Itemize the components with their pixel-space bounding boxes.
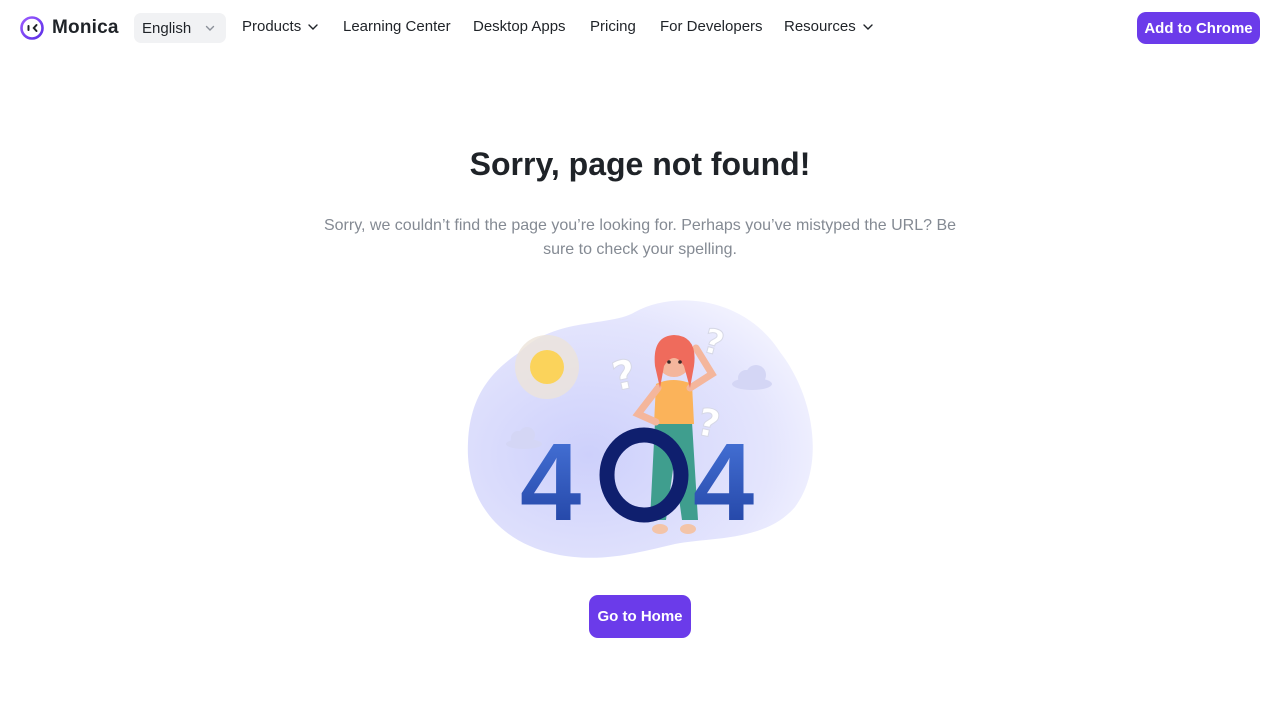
top-navbar: Monica English Products Learning Center …: [0, 0, 1280, 56]
chevron-down-icon: [205, 25, 215, 31]
nav-pricing[interactable]: Pricing: [590, 18, 636, 35]
language-selector[interactable]: English: [134, 13, 226, 43]
nav-label: Learning Center: [343, 18, 451, 35]
nav-label: Products: [242, 18, 302, 35]
nav-products[interactable]: Products: [242, 18, 319, 35]
nav-label: Resources: [784, 18, 856, 35]
monica-logo-icon: [20, 16, 44, 40]
chevron-down-icon: [863, 23, 873, 30]
language-label: English: [142, 19, 192, 37]
digit-four-left: 4: [520, 421, 581, 544]
sun-icon: [515, 335, 579, 399]
add-to-chrome-button[interactable]: Add to Chrome: [1137, 12, 1260, 44]
nav-label: For Developers: [660, 18, 763, 35]
brand-name: Monica: [52, 17, 119, 38]
monica-logo[interactable]: Monica: [20, 16, 119, 40]
nav-desktop-apps[interactable]: Desktop Apps: [473, 18, 566, 35]
digit-four-right: 4: [693, 421, 754, 544]
nav-for-developers[interactable]: For Developers: [660, 18, 763, 35]
go-to-home-button[interactable]: Go to Home: [589, 595, 691, 638]
nav-learning-center[interactable]: Learning Center: [343, 18, 451, 35]
nav-resources[interactable]: Resources: [784, 18, 874, 35]
nav-label: Pricing: [590, 18, 636, 35]
page-title: Sorry, page not found!: [469, 146, 811, 182]
nav-label: Desktop Apps: [473, 18, 566, 35]
error-description: Sorry, we couldn’t find the page you’re …: [323, 217, 957, 258]
chevron-down-icon: [308, 23, 318, 30]
404-illustration: ? ? ? 4 4: [467, 300, 813, 558]
